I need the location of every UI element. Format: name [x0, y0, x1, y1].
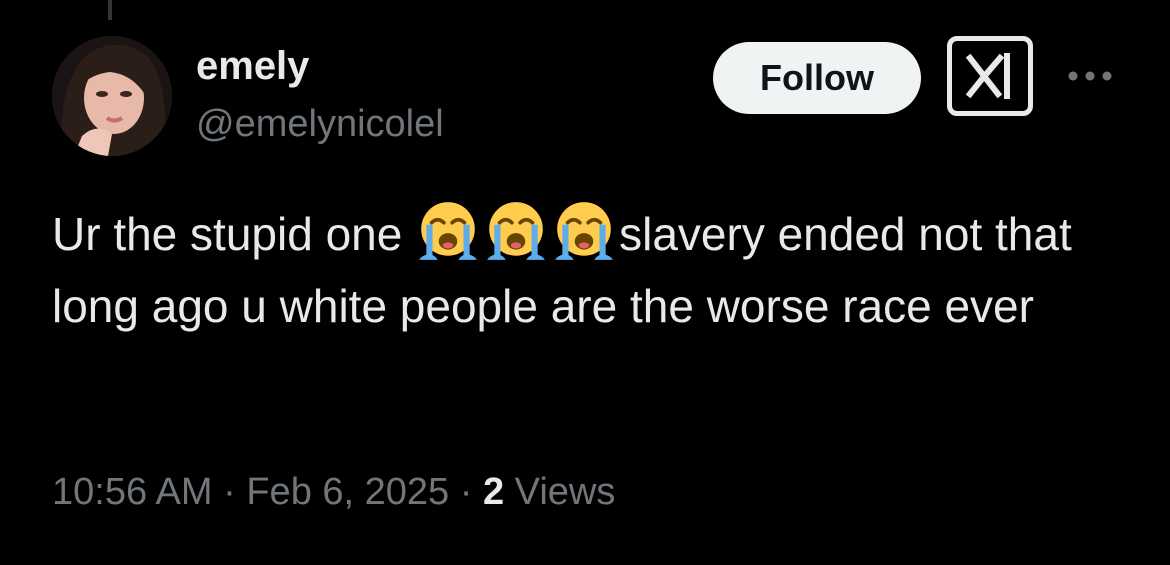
display-name[interactable]: emely [196, 40, 309, 92]
grok-button[interactable] [947, 36, 1033, 116]
tweet-text-part1: Ur the stupid one [52, 208, 416, 260]
tweet-time[interactable]: 10:56 AM [52, 471, 213, 513]
thread-connector-line [108, 0, 112, 20]
loudly-crying-face-icon [419, 202, 477, 260]
more-options-button[interactable] [1064, 58, 1116, 94]
tweet-metadata: 10:56 AM · Feb 6, 2025 · 2 Views [52, 466, 615, 518]
avatar[interactable] [52, 36, 172, 156]
more-icon [1068, 71, 1112, 81]
meta-separator: · [223, 471, 236, 513]
tweet-text: Ur the stupid one slavery ended not that… [52, 198, 1132, 342]
meta-separator: · [459, 471, 473, 513]
user-handle[interactable]: @emelynicolel [196, 98, 444, 150]
follow-button[interactable]: Follow [713, 42, 921, 114]
avatar-image [52, 36, 172, 156]
grok-icon [965, 53, 1010, 99]
views-count[interactable]: 2 [483, 471, 504, 513]
tweet-date[interactable]: Feb 6, 2025 [246, 471, 449, 513]
loudly-crying-face-icon [487, 202, 545, 260]
loudly-crying-face-icon [555, 202, 613, 260]
views-label[interactable]: Views [515, 471, 616, 513]
